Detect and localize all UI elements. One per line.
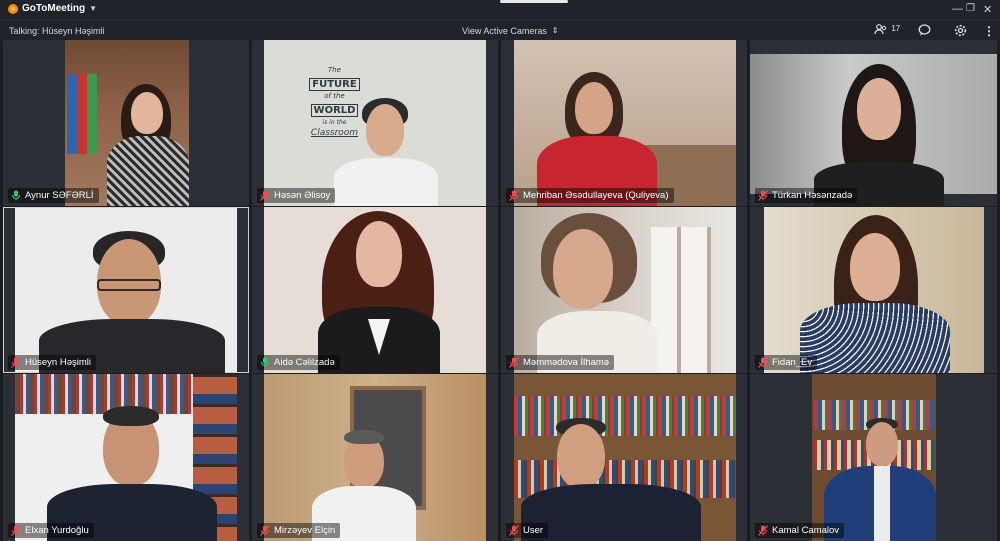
chevron-down-icon: ▼ [89, 4, 98, 13]
more-icon[interactable]: ⋮ [983, 24, 995, 38]
gotomeeting-logo-icon [8, 3, 18, 14]
participant-name-tag: Məmmədova İlhamə [506, 355, 615, 370]
video-tile[interactable]: Aidə Cəlilzadə [252, 207, 498, 373]
minimize-icon[interactable]: — [952, 3, 963, 15]
microphone-icon [261, 357, 269, 368]
drag-handle[interactable] [500, 0, 568, 3]
participant-name-tag: Mehriban Əsədullayeva (Quliyeva) [506, 188, 674, 203]
title-bar: GoToMeeting ▼ — ❐ ✕ [0, 0, 1000, 20]
participant-name-tag: Aynur SƏFƏRLİ [8, 188, 99, 203]
chat-icon [918, 24, 931, 36]
view-mode-selector[interactable]: View Active Cameras ⇕ [462, 26, 559, 36]
participant-name: Aynur SƏFƏRLİ [25, 190, 94, 201]
participant-name: Aidə Cəlilzadə [274, 357, 335, 368]
wall-poster: The FUTURE of the WORLD is in the Classr… [309, 66, 360, 138]
participant-name: Hüseyn Həşimli [25, 357, 91, 368]
video-tile[interactable]: Məmmədova İlhamə [501, 207, 747, 373]
meeting-toolbar: Talking: Hüseyn Həşimli View Active Came… [0, 20, 1000, 41]
video-tile[interactable]: Kamal Camalov [750, 374, 997, 541]
microphone-muted-icon [509, 190, 519, 201]
attendees-button[interactable]: 17 [874, 24, 900, 38]
microphone-muted-icon [11, 357, 21, 368]
participant-name: Kamal Camalov [772, 525, 840, 536]
attendee-count: 17 [891, 24, 901, 33]
video-tile[interactable]: The FUTURE of the WORLD is in the Classr… [252, 40, 498, 206]
video-tile[interactable]: User [501, 374, 747, 541]
app-menu[interactable]: GoToMeeting ▼ [8, 3, 97, 14]
participant-name-tag: Mirzəyev Elçin [257, 523, 341, 538]
participant-name: Türkan Həsənzadə [772, 190, 853, 201]
microphone-muted-icon [509, 525, 519, 536]
video-tile-active-speaker[interactable]: Hüseyn Həşimli [3, 207, 249, 373]
participant-name-tag: Aidə Cəlilzadə [257, 355, 340, 370]
video-tile[interactable]: Türkan Həsənzadə [750, 40, 997, 206]
participant-name: Məmmədova İlhamə [523, 357, 610, 368]
microphone-muted-icon [260, 525, 270, 536]
participant-name: Həsən Əlisoy [274, 190, 331, 201]
restore-icon[interactable]: ❐ [966, 3, 975, 14]
microphone-icon [12, 190, 20, 201]
microphone-muted-icon [11, 525, 21, 536]
participant-name: Fidan_Ev [772, 357, 813, 368]
view-mode-label: View Active Cameras [462, 26, 547, 36]
participant-name-tag: User [506, 523, 549, 538]
updown-icon: ⇕ [551, 26, 559, 35]
microphone-muted-icon [260, 190, 270, 201]
talking-indicator: Talking: Hüseyn Həşimli [9, 26, 105, 36]
participant-name-tag: Elxan Yurdoğlu [8, 523, 94, 538]
settings-button[interactable] [954, 24, 967, 40]
participant-name: Mirzəyev Elçin [274, 525, 336, 536]
participant-name: Elxan Yurdoğlu [25, 525, 89, 536]
video-tile[interactable]: Mehriban Əsədullayeva (Quliyeva) [501, 40, 747, 206]
video-tile[interactable]: Aynur SƏFƏRLİ [3, 40, 249, 206]
participant-name: User [523, 525, 544, 536]
participant-name-tag: Kamal Camalov [755, 523, 845, 538]
attendees-icon [874, 24, 887, 35]
video-grid: Aynur SƏFƏRLİ The FUTURE of the WORLD is… [0, 40, 1000, 541]
app-brand: GoToMeeting [22, 3, 86, 14]
microphone-muted-icon [758, 357, 768, 368]
participant-name: Mehriban Əsədullayeva (Quliyeva) [523, 190, 669, 201]
close-icon[interactable]: ✕ [983, 3, 992, 16]
microphone-muted-icon [509, 357, 519, 368]
microphone-muted-icon [758, 525, 768, 536]
participant-name-tag: Həsən Əlisoy [257, 188, 336, 203]
participant-name-tag: Hüseyn Həşimli [8, 355, 96, 370]
chat-button[interactable] [918, 24, 931, 39]
video-tile[interactable]: Fidan_Ev [750, 207, 997, 373]
participant-name-tag: Fidan_Ev [755, 355, 818, 370]
video-tile[interactable]: Mirzəyev Elçin [252, 374, 498, 541]
participant-name-tag: Türkan Həsənzadə [755, 188, 858, 203]
settings-icon [954, 24, 967, 37]
microphone-muted-icon [758, 190, 768, 201]
video-tile[interactable]: Elxan Yurdoğlu [3, 374, 249, 541]
